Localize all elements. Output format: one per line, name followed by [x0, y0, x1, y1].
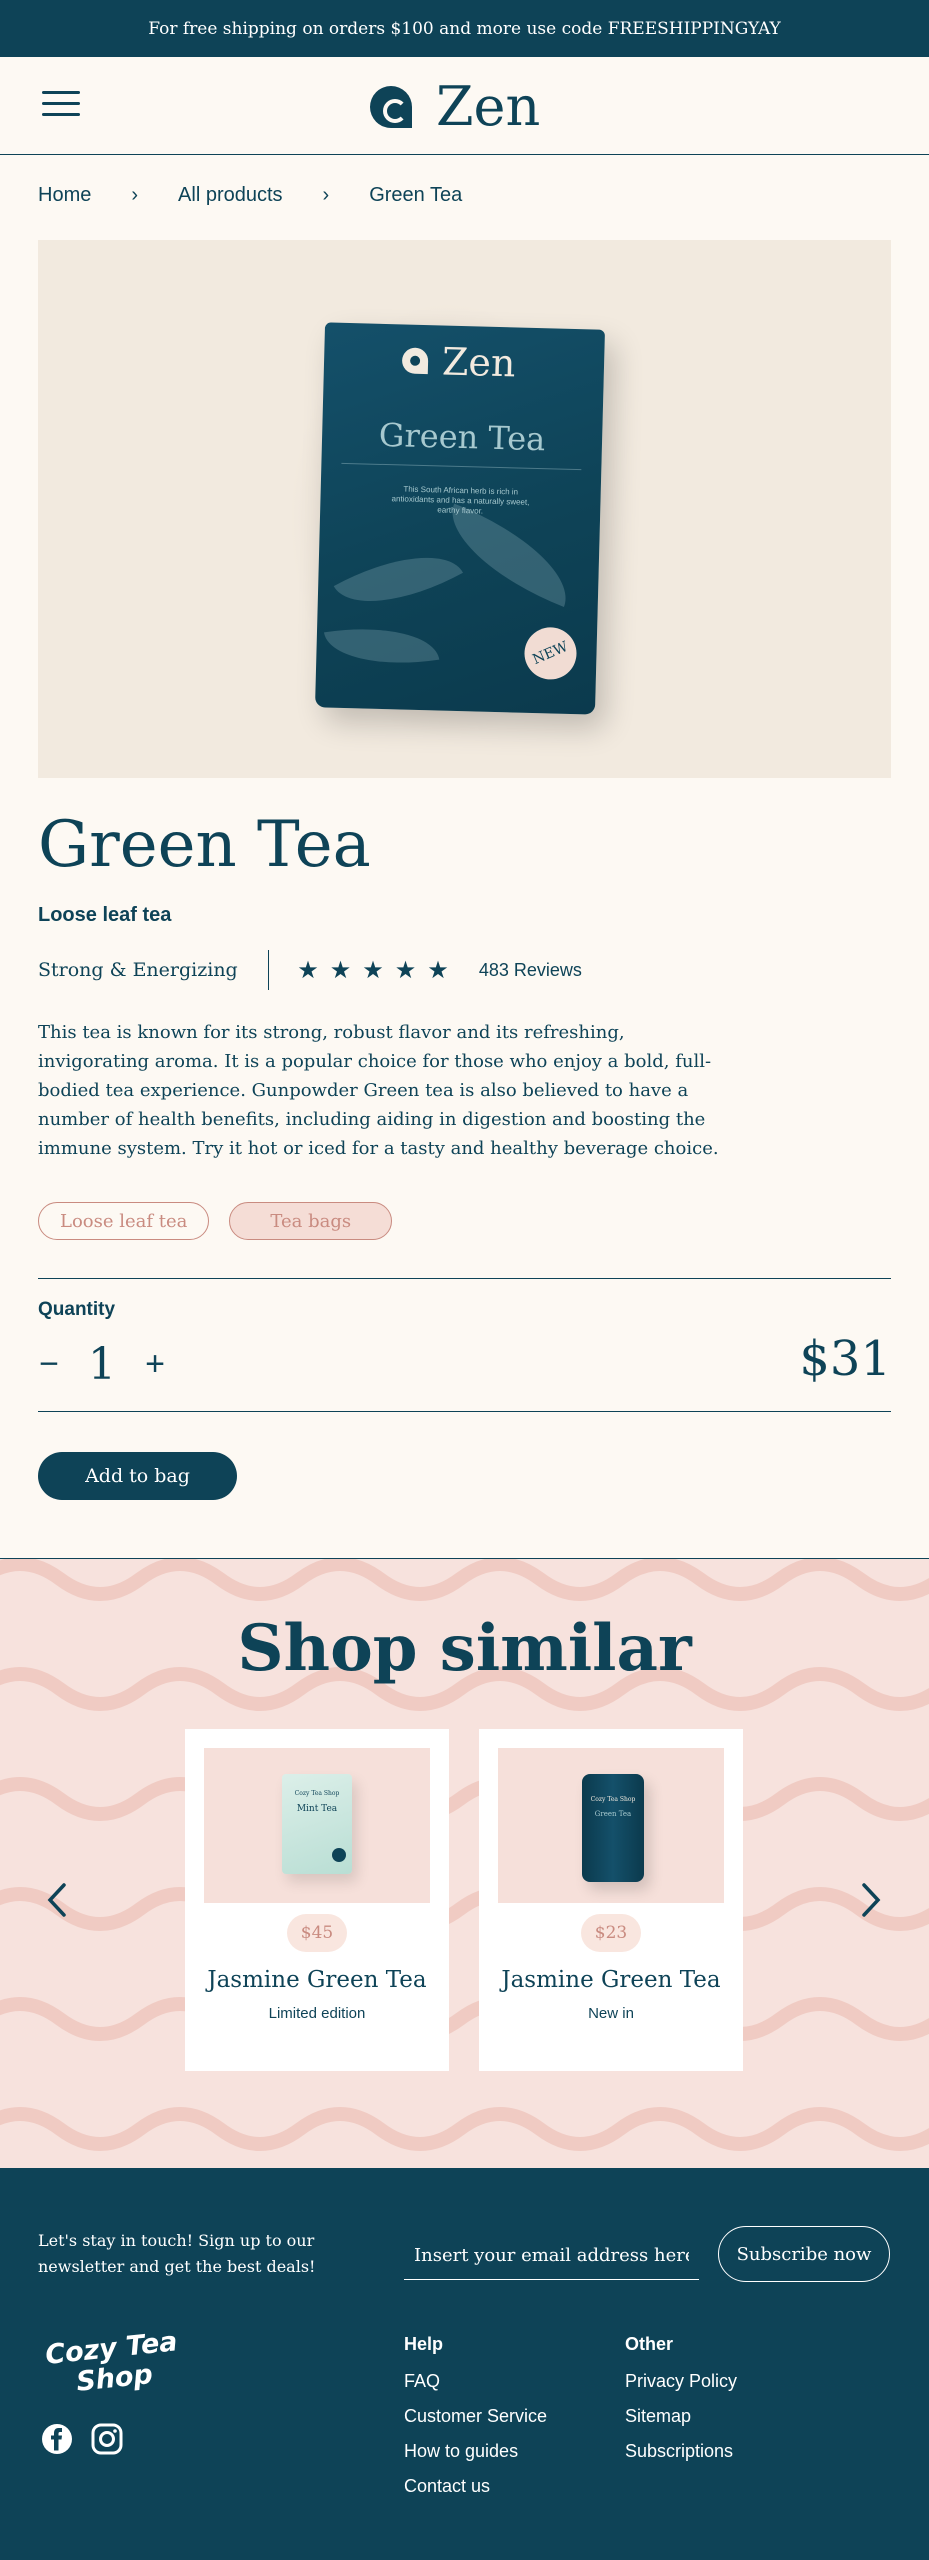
- footer-other-column: Other Privacy Policy Sitemap Subscriptio…: [625, 2334, 737, 2476]
- site-footer: Let's stay in touch! Sign up to our news…: [0, 2168, 929, 2560]
- pack-name: Mint Tea: [296, 1804, 338, 1814]
- logo[interactable]: Zen: [370, 75, 540, 138]
- divider: [267, 950, 270, 990]
- pack-brand: Cozy Tea Shop: [590, 1796, 636, 1803]
- footer-column-title: Help: [404, 2334, 444, 2354]
- tea-pouch-illustration: Zen Green Tea This South African herb is…: [315, 322, 605, 715]
- instagram-icon[interactable]: [90, 2422, 124, 2456]
- breadcrumb-all-products[interactable]: All products: [178, 184, 283, 207]
- leaf-icon: [433, 503, 585, 608]
- variant-loose-leaf[interactable]: Loose leaf tea: [38, 1202, 210, 1240]
- star-icon: ★: [329, 956, 352, 984]
- logo-mark-icon: [401, 347, 429, 375]
- footer-link-sitemap[interactable]: Sitemap: [625, 2406, 737, 2427]
- star-icon: ★: [394, 956, 417, 984]
- mint-tea-pouch-illustration: Cozy Tea Shop Mint Tea: [282, 1774, 352, 1874]
- tea-tin-illustration: Cozy Tea Shop Green Tea: [582, 1774, 644, 1882]
- section-title: Shop similar: [237, 1611, 692, 1686]
- breadcrumb-home[interactable]: Home: [38, 184, 91, 207]
- product-card-price: $45: [287, 1914, 347, 1952]
- footer-help-column: Help FAQ Customer Service How to guides …: [404, 2334, 547, 2511]
- email-field[interactable]: [404, 2232, 699, 2280]
- newsletter-text: Let's stay in touch! Sign up to our news…: [38, 2231, 316, 2276]
- star-icon: ★: [297, 956, 319, 984]
- product-card-tag: Limited edition: [268, 2005, 366, 2022]
- leaf-icon: [323, 616, 440, 676]
- product-card-image: Cozy Tea Shop Green Tea: [498, 1748, 724, 1903]
- product-title: Green Tea: [38, 808, 371, 882]
- facebook-icon[interactable]: [40, 2422, 74, 2456]
- increase-quantity-button[interactable]: +: [144, 1345, 166, 1384]
- flavor-profile: Strong & Energizing: [38, 959, 238, 981]
- subscribe-button[interactable]: Subscribe now: [718, 2226, 890, 2282]
- chevron-right-icon[interactable]: [856, 1880, 886, 1920]
- new-badge: NEW: [516, 619, 585, 688]
- hamburger-icon[interactable]: [42, 91, 80, 119]
- social-links: [40, 2422, 124, 2456]
- product-card-name: Jasmine Green Tea: [207, 1967, 427, 1993]
- footer-link-contact-us[interactable]: Contact us: [404, 2476, 547, 2497]
- footer-link-subscriptions[interactable]: Subscriptions: [625, 2441, 737, 2462]
- footer-link-privacy-policy[interactable]: Privacy Policy: [625, 2371, 737, 2392]
- pouch-name: Green Tea: [378, 415, 546, 459]
- footer-column-title: Other: [625, 2334, 674, 2354]
- shop-similar-section: Shop similar Cozy Tea Shop Mint Tea $45 …: [0, 1558, 929, 2168]
- product-card-price: $23: [581, 1914, 641, 1952]
- product-card[interactable]: Cozy Tea Shop Green Tea $23 Jasmine Gree…: [479, 1729, 743, 2071]
- chevron-left-icon[interactable]: [42, 1880, 72, 1920]
- product-card-image: Cozy Tea Shop Mint Tea: [204, 1748, 430, 1903]
- star-icon: ★: [362, 956, 384, 984]
- breadcrumb-current: Green Tea: [369, 184, 463, 206]
- chevron-right-icon: ›: [131, 184, 139, 206]
- product-description: This tea is known for its strong, robust…: [38, 1022, 719, 1159]
- decrease-quantity-button[interactable]: −: [38, 1345, 60, 1384]
- product-card[interactable]: Cozy Tea Shop Mint Tea $45 Jasmine Green…: [185, 1729, 449, 2071]
- star-icon: ★: [427, 956, 449, 984]
- quantity-label: Quantity: [38, 1299, 116, 1320]
- product-image: Zen Green Tea This South African herb is…: [38, 240, 891, 778]
- variant-selector: Loose leaf tea Tea bags: [38, 1202, 393, 1240]
- rating-stars: ★ ★ ★ ★ ★: [297, 956, 449, 985]
- quantity-value: 1: [88, 1339, 116, 1390]
- quantity-stepper: − 1 +: [38, 1339, 166, 1390]
- promo-banner: For free shipping on orders $100 and mor…: [0, 0, 929, 57]
- footer-brand-logo[interactable]: Cozy Tea Shop: [35, 2326, 190, 2401]
- pack-brand: Cozy Tea Shop: [294, 1790, 340, 1797]
- product-price: $31: [799, 1331, 891, 1387]
- product-subtitle: Loose leaf tea: [38, 904, 172, 926]
- breadcrumb: Home › All products › Green Tea: [38, 184, 462, 207]
- pack-name: Green Tea: [594, 1810, 632, 1818]
- product-card-tag: New in: [588, 2005, 634, 2022]
- logo-text: Zen: [436, 75, 541, 138]
- footer-link-faq[interactable]: FAQ: [404, 2371, 547, 2392]
- site-header: Zen: [0, 57, 929, 155]
- product-meta: Strong & Energizing ★ ★ ★ ★ ★ 483 Review…: [38, 950, 582, 990]
- footer-link-how-to-guides[interactable]: How to guides: [404, 2441, 547, 2462]
- logo-mark-icon: [370, 85, 412, 128]
- pouch-logo-text: Zen: [441, 339, 517, 386]
- chevron-right-icon: ›: [322, 184, 330, 206]
- leaf-icon: [333, 528, 464, 631]
- variant-tea-bags[interactable]: Tea bags: [229, 1202, 393, 1240]
- promo-text: For free shipping on orders $100 and mor…: [148, 18, 781, 39]
- quantity-section: Quantity − 1 + $31: [38, 1278, 891, 1412]
- product-card-name: Jasmine Green Tea: [501, 1967, 721, 1993]
- footer-link-customer-service[interactable]: Customer Service: [404, 2406, 547, 2427]
- add-to-bag-button[interactable]: Add to bag: [38, 1452, 237, 1500]
- reviews-link[interactable]: 483 Reviews: [479, 960, 582, 981]
